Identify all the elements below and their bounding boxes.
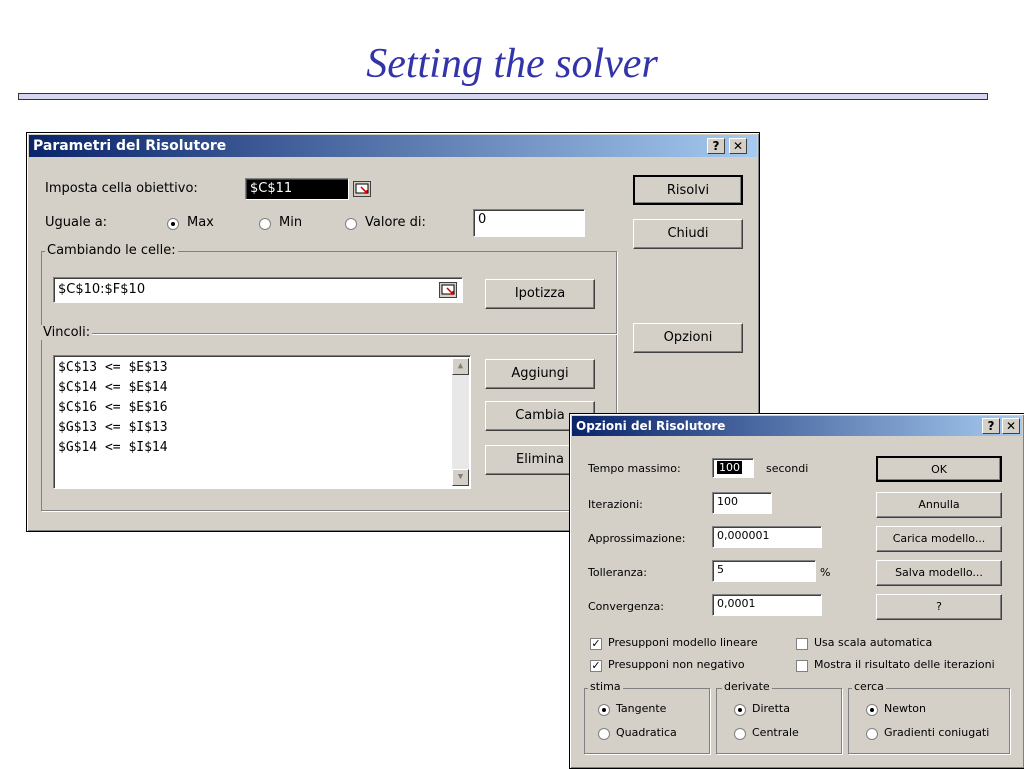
radio-quadratic-label: Quadratica <box>616 726 677 739</box>
estimate-group-label: stima <box>588 680 623 693</box>
collapse-dialog-icon[interactable] <box>353 181 371 197</box>
radio-min[interactable] <box>259 218 271 230</box>
tolerance-input[interactable]: 5 <box>712 560 816 582</box>
max-time-label: Tempo massimo: <box>588 462 681 475</box>
radio-forward[interactable] <box>734 704 746 716</box>
guess-button[interactable]: Ipotizza <box>485 279 595 309</box>
changing-cells-input[interactable]: $C$10:$F$10 <box>53 277 463 303</box>
value-of-input[interactable]: 0 <box>473 209 585 237</box>
precision-label: Approssimazione: <box>588 532 686 545</box>
max-time-input[interactable]: 100 <box>712 458 754 478</box>
options-title-bar: Opzioni del Risolutore ? ✕ <box>572 416 1022 436</box>
radio-newton[interactable] <box>866 704 878 716</box>
changing-cells-label: Cambiando le celle: <box>45 243 178 258</box>
title-bar: Parametri del Risolutore ? ✕ <box>29 135 757 157</box>
constraints-list[interactable]: $C$13 <= $E$13 $C$14 <= $E$14 $C$16 <= $… <box>53 355 471 489</box>
options-button[interactable]: Opzioni <box>633 323 743 353</box>
show-iterations-label: Mostra il risultato delle iterazioni <box>814 658 995 671</box>
non-negative-checkbox[interactable]: ✓ <box>590 660 602 672</box>
ok-button[interactable]: OK <box>876 456 1002 482</box>
estimate-group <box>584 688 710 754</box>
convergence-label: Convergenza: <box>588 600 664 613</box>
radio-max-label: Max <box>187 215 214 230</box>
list-item[interactable]: $C$13 <= $E$13 <box>58 360 168 375</box>
help-button-2[interactable]: ? <box>876 594 1002 620</box>
cancel-button[interactable]: Annulla <box>876 492 1002 518</box>
scroll-up-icon[interactable]: ▲ <box>452 358 469 375</box>
linear-model-label: Presupponi modello lineare <box>608 636 758 649</box>
iterations-label: Iterazioni: <box>588 498 643 511</box>
radio-min-label: Min <box>279 215 303 230</box>
radio-quadratic[interactable] <box>598 728 610 740</box>
radio-central-label: Centrale <box>752 726 799 739</box>
scrollbar[interactable]: ▲ ▼ <box>452 358 469 486</box>
target-cell-input[interactable]: $C$11 <box>245 178 349 200</box>
equal-to-label: Uguale a: <box>45 215 108 230</box>
auto-scale-checkbox[interactable] <box>796 638 808 650</box>
solver-options-dialog: Opzioni del Risolutore ? ✕ Tempo massimo… <box>569 413 1024 769</box>
collapse-dialog-icon-2[interactable] <box>439 282 457 298</box>
options-close-icon[interactable]: ✕ <box>1002 418 1020 434</box>
help-button[interactable]: ? <box>707 138 725 154</box>
radio-newton-label: Newton <box>884 702 927 715</box>
seconds-label: secondi <box>766 462 809 475</box>
slide-title: Setting the solver <box>366 41 658 87</box>
solve-button[interactable]: Risolvi <box>633 175 743 205</box>
constraints-group <box>41 333 617 334</box>
search-group-label: cerca <box>852 680 886 693</box>
constraints-label: Vincoli: <box>41 325 93 340</box>
non-negative-label: Presupponi non negativo <box>608 658 745 671</box>
tolerance-label: Tolleranza: <box>588 566 647 579</box>
convergence-input[interactable]: 0,0001 <box>712 594 822 616</box>
close-icon[interactable]: ✕ <box>729 138 747 154</box>
list-item[interactable]: $C$14 <= $E$14 <box>58 380 168 395</box>
radio-forward-label: Diretta <box>752 702 790 715</box>
auto-scale-label: Usa scala automatica <box>814 636 933 649</box>
radio-conjugate-label: Gradienti coniugati <box>884 726 990 739</box>
load-model-button[interactable]: Carica modello... <box>876 526 1002 552</box>
add-constraint-button[interactable]: Aggiungi <box>485 359 595 389</box>
close-button[interactable]: Chiudi <box>633 219 743 249</box>
linear-model-checkbox[interactable]: ✓ <box>590 638 602 650</box>
options-dialog-title: Opzioni del Risolutore <box>576 419 726 433</box>
radio-tangent[interactable] <box>598 704 610 716</box>
percent-label: % <box>820 566 831 579</box>
save-model-button[interactable]: Salva modello... <box>876 560 1002 586</box>
scroll-down-icon[interactable]: ▼ <box>452 469 469 486</box>
precision-input[interactable]: 0,000001 <box>712 526 822 548</box>
list-item[interactable]: $G$14 <= $I$14 <box>58 440 168 455</box>
show-iterations-checkbox[interactable] <box>796 660 808 672</box>
radio-conjugate[interactable] <box>866 728 878 740</box>
list-item[interactable]: $G$13 <= $I$13 <box>58 420 168 435</box>
radio-value-of-label: Valore di: <box>365 215 426 230</box>
iterations-input[interactable]: 100 <box>712 492 772 514</box>
options-help-button[interactable]: ? <box>982 418 1000 434</box>
list-item[interactable]: $C$16 <= $E$16 <box>58 400 168 415</box>
radio-central[interactable] <box>734 728 746 740</box>
derivatives-group <box>716 688 842 754</box>
title-underline <box>18 93 988 100</box>
dialog-title: Parametri del Risolutore <box>33 138 227 154</box>
search-group <box>848 688 1010 754</box>
target-cell-label: Imposta cella obiettivo: <box>45 181 198 196</box>
radio-tangent-label: Tangente <box>616 702 667 715</box>
derivatives-group-label: derivate <box>722 680 772 693</box>
radio-max[interactable] <box>167 218 179 230</box>
max-time-value: 100 <box>717 461 742 474</box>
radio-value-of[interactable] <box>345 218 357 230</box>
